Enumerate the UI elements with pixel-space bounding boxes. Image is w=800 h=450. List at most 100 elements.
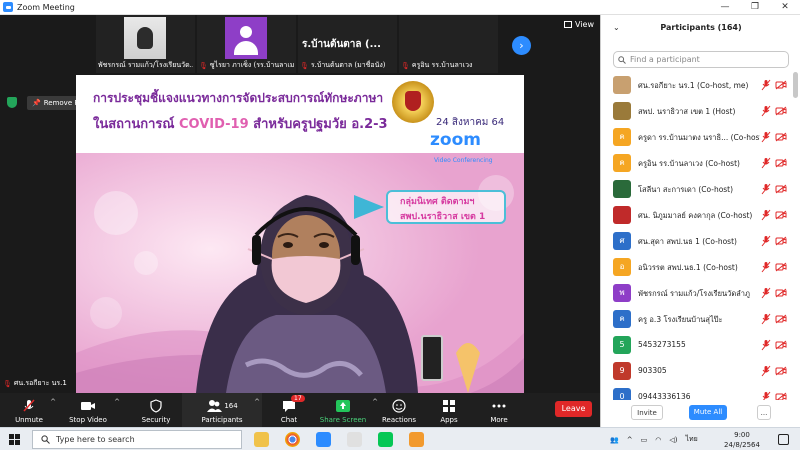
reactions-button[interactable]: Reactions <box>380 393 418 427</box>
participant-row[interactable]: ค ครู อ.3 โรงเรียนบ้านสุไป๊ะ <box>601 306 793 332</box>
participant-name: อนิวรรต สพป.นธ.1 (Co-host) <box>638 263 738 272</box>
invite-button[interactable]: Invite <box>631 405 663 420</box>
windows-start-icon[interactable] <box>9 434 20 445</box>
wifi-icon[interactable]: ◠ <box>655 436 661 444</box>
chevron-up-icon[interactable]: ^ <box>627 436 633 444</box>
battery-icon[interactable]: ▭ <box>641 436 648 444</box>
mic-muted-icon <box>23 399 35 412</box>
mute-all-button[interactable]: Mute All <box>689 405 727 420</box>
grid-view-icon <box>564 21 572 28</box>
share-screen-icon <box>336 400 350 412</box>
active-speaker-name: ศน.รอกียาะ นร.1 <box>13 379 67 387</box>
file-explorer-icon[interactable] <box>254 432 269 447</box>
mic-muted-icon <box>761 235 771 247</box>
participant-search[interactable] <box>613 51 789 68</box>
video-off-icon <box>775 340 787 350</box>
meeting-banner: การประชุมชี้แจงแนวทางการจัดประสบการณ์ทัก… <box>76 75 524 153</box>
taskbar-search-placeholder: Type here to search <box>56 435 135 444</box>
more-options-button[interactable]: ... <box>757 405 771 420</box>
participant-row[interactable]: ศน. นิภูมมาลย์ คงคากุล (Co-host) <box>601 202 793 228</box>
thumbnail-name: ครูอิน รร.บ้านลาเวง <box>411 61 473 69</box>
mic-muted-icon: 🎙 <box>401 61 410 70</box>
notification-icon[interactable] <box>778 434 789 445</box>
search-icon <box>41 435 50 444</box>
view-button[interactable]: View <box>564 20 594 29</box>
participant-avatar: 5 <box>613 336 631 354</box>
participant-avatar: ค <box>613 154 631 172</box>
next-page-button[interactable]: › <box>512 36 531 55</box>
mic-muted-icon: 🎙 <box>199 61 208 70</box>
clock-time: 9:00 <box>734 431 750 439</box>
stop-video-button[interactable]: Stop Video ^ <box>66 393 120 427</box>
panel-footer: Invite Mute All ... <box>601 400 800 427</box>
security-button[interactable]: Security <box>138 393 174 427</box>
video-off-icon <box>775 288 787 298</box>
active-speaker-label: 🎙 ศน.รอกียาะ นร.1 <box>3 378 67 389</box>
search-icon <box>618 55 626 64</box>
taskbar-search[interactable]: Type here to search <box>32 430 242 449</box>
participants-scrollbar[interactable] <box>793 72 798 98</box>
video-thumbnail[interactable]: ร.บ้านต้นตาล (... 🎙 ร.บ้านต้นตาล (มาชื่อน… <box>298 15 397 73</box>
participants-button[interactable]: 164 Participants ^ <box>182 393 262 427</box>
participants-count: 164 <box>224 402 238 410</box>
participant-name: ครูดา รร.บ้านมาตง นราธิ... (Co-host) <box>638 133 760 142</box>
banner-date: 24 สิงหาคม 64 <box>436 117 505 128</box>
apps-button[interactable]: Apps <box>436 393 462 427</box>
participant-avatar: ค <box>613 310 631 328</box>
chat-button[interactable]: 17 Chat <box>276 393 305 427</box>
mic-muted-icon <box>761 365 771 377</box>
participant-row[interactable]: สพป. นราธิวาส เขต 1 (Host) <box>601 98 793 124</box>
video-off-icon <box>775 314 787 324</box>
chevron-up-icon[interactable]: ^ <box>372 398 378 406</box>
leave-button[interactable]: Leave <box>555 401 592 417</box>
view-label: View <box>575 20 594 29</box>
unmute-button[interactable]: Unmute ^ <box>12 393 56 427</box>
participant-row[interactable]: ศ ศน.สุดา สพป.นธ 1 (Co-host) <box>601 228 793 254</box>
meeting-toolbar: Unmute ^ Stop Video ^ Security 164 Parti… <box>0 393 600 427</box>
security-shield-icon[interactable] <box>7 97 17 108</box>
share-screen-button[interactable]: Share Screen ^ <box>318 393 378 427</box>
media-player-icon[interactable] <box>347 432 362 447</box>
participant-row[interactable]: 5 5453273155 <box>601 332 793 358</box>
participant-row[interactable]: ศน.รอกียาะ นร.1 (Co-host, me) <box>601 72 793 98</box>
thumbnail-strip: พัชรกรณ์ รามแก้ว/โรงเรียนวัด... 🎙 ซูไรยา … <box>96 15 500 73</box>
participant-row[interactable]: อ อนิวรรต สพป.นธ.1 (Co-host) <box>601 254 793 280</box>
mic-muted-icon <box>761 339 771 351</box>
participant-row[interactable]: โสลีนา สะการเดา (Co-host) <box>601 176 793 202</box>
close-window-button[interactable]: ✕ <box>770 0 800 15</box>
more-button[interactable]: More <box>486 393 512 427</box>
restore-button[interactable]: ❐ <box>740 0 770 15</box>
thumbnail-name: ซูไรยา ภาเซ็ง (รร.บ้านลาเม... <box>209 61 294 69</box>
video-thumbnail[interactable]: 🎙 ครูอิน รร.บ้านลาเวง <box>399 15 498 73</box>
mic-muted-icon <box>761 209 771 221</box>
video-off-icon <box>775 236 787 246</box>
participant-row[interactable]: ค ครูอิน รร.บ้านลาเวง (Co-host) <box>601 150 793 176</box>
volume-icon[interactable]: ◁) <box>669 436 677 444</box>
windows-taskbar: Type here to search 👥 ^ ▭ ◠ ◁) ไทย 9:00 … <box>0 427 800 450</box>
clock-date: 24/8/2564 <box>724 441 760 449</box>
chrome-icon[interactable] <box>285 432 300 447</box>
video-thumbnail[interactable]: พัชรกรณ์ รามแก้ว/โรงเรียนวัด... <box>96 15 195 73</box>
chevron-up-icon[interactable]: ^ <box>114 398 120 406</box>
mic-muted-icon <box>761 287 771 299</box>
chevron-up-icon[interactable]: ^ <box>50 398 56 406</box>
participant-row[interactable]: พ พัชรกรณ์ รามแก้ว/โรงเรียนวัดลำภู <box>601 280 793 306</box>
participant-list: ศน.รอกียาะ นร.1 (Co-host, me) สพป. นราธิว… <box>601 72 793 402</box>
taskbar-clock[interactable]: 9:00 24/8/2564 <box>720 430 764 450</box>
zoom-taskbar-icon[interactable] <box>316 432 331 447</box>
chevron-up-icon[interactable]: ^ <box>254 398 260 406</box>
video-thumbnail[interactable]: 🎙 ซูไรยา ภาเซ็ง (รร.บ้านลาเม... <box>197 15 296 73</box>
language-indicator[interactable]: ไทย <box>685 434 697 445</box>
participant-search-input[interactable] <box>630 55 780 64</box>
people-icon[interactable]: 👥 <box>610 436 619 444</box>
smartphone-icon <box>421 335 443 381</box>
line-app-icon[interactable] <box>378 432 393 447</box>
participant-row[interactable]: 9 903305 <box>601 358 793 384</box>
slides-app-icon[interactable] <box>409 432 424 447</box>
video-off-icon <box>775 262 787 272</box>
participant-avatar <box>613 102 631 120</box>
minimize-button[interactable]: — <box>710 0 740 15</box>
video-off-icon <box>775 210 787 220</box>
zoom-subtitle: Video Conferencing <box>434 157 493 164</box>
participant-row[interactable]: ค ครูดา รร.บ้านมาตง นราธิ... (Co-host) <box>601 124 793 150</box>
